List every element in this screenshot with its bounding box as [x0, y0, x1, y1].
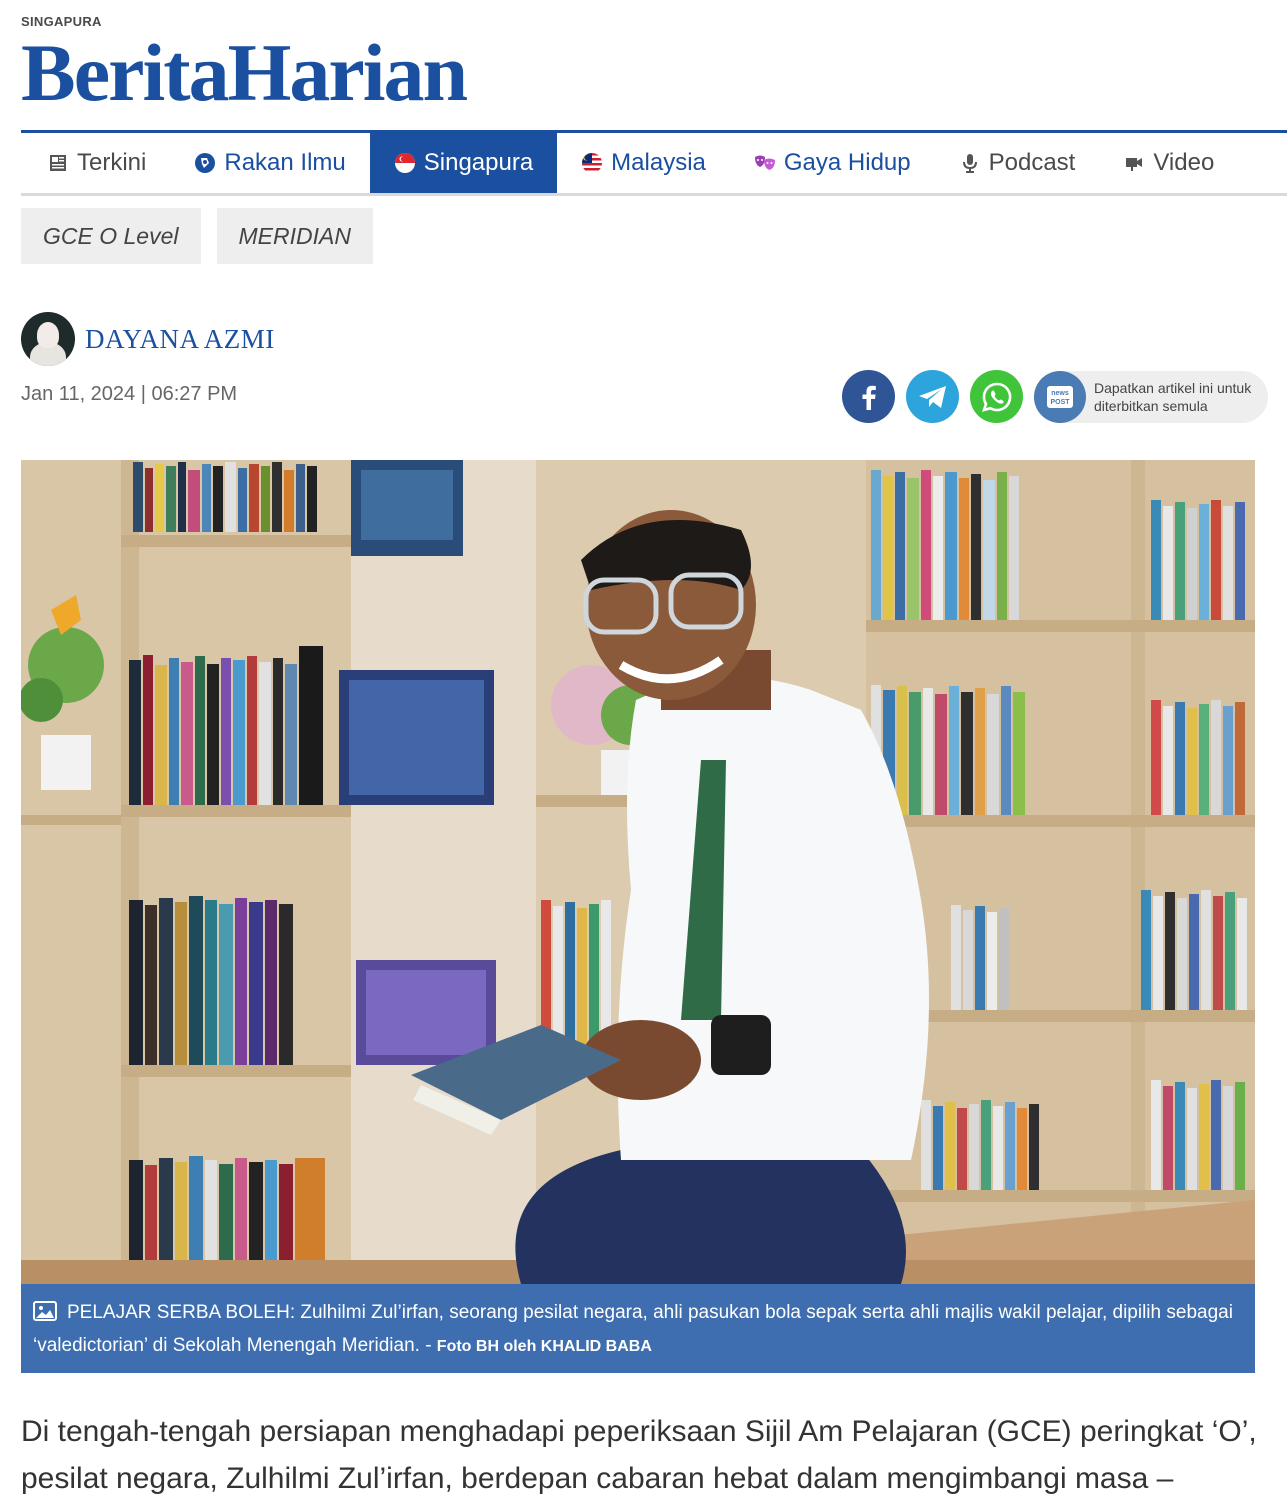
author-avatar[interactable]: [21, 312, 75, 366]
microphone-icon: [962, 154, 977, 173]
svg-text:news: news: [1051, 390, 1069, 397]
topic-tags: GCE O Level MERIDIAN: [21, 208, 373, 264]
article-dateline: Jan 11, 2024 | 06:27 PM: [21, 383, 238, 405]
newspaper-icon: [50, 155, 66, 171]
nav-item-label: Malaysia: [611, 149, 706, 176]
author-byline[interactable]: DAYANA AZMI: [21, 312, 275, 366]
nav-item-video[interactable]: Video: [1099, 133, 1238, 193]
nav-item-label: Rakan Ilmu: [224, 149, 346, 176]
nav-item-singapura[interactable]: Singapura: [369, 133, 558, 193]
image-icon: [33, 1301, 57, 1321]
svg-text:POST: POST: [1050, 399, 1070, 406]
nav-item-label: Gaya Hidup: [783, 149, 911, 176]
newspost-icon: news POST: [1047, 385, 1073, 408]
library-photo-illustration: [21, 460, 1255, 1284]
nav-item-terkini[interactable]: Terkini: [21, 133, 170, 193]
video-camera-icon: [1126, 158, 1143, 171]
newspost-republish-button[interactable]: news POST Dapatkan artikel ini untuk dite…: [1034, 370, 1268, 423]
photo-caption: PELAJAR SERBA BOLEH: Zulhilmi Zul’irfan,…: [21, 1284, 1255, 1373]
nav-item-gaya-hidup[interactable]: Gaya Hidup: [730, 133, 935, 193]
tag-meridian[interactable]: MERIDIAN: [216, 208, 373, 264]
rakan-ilmu-icon: [195, 153, 216, 173]
share-bar: news POST Dapatkan artikel ini untuk dite…: [842, 370, 1268, 423]
brand-logo[interactable]: BeritaHarian: [21, 28, 468, 118]
article-hero-photo[interactable]: [21, 460, 1255, 1284]
facebook-share-button[interactable]: [842, 370, 895, 423]
nav-item-rakan-ilmu[interactable]: Rakan Ilmu: [170, 133, 369, 193]
whatsapp-share-button[interactable]: [970, 370, 1023, 423]
telegram-icon: [918, 385, 946, 408]
photo-credit: Foto BH oleh KHALID BABA: [436, 1338, 652, 1355]
whatsapp-icon: [981, 382, 1011, 412]
theatre-masks-icon: [754, 155, 775, 170]
newspost-label: Dapatkan artikel ini untuk diterbitkan s…: [1094, 379, 1252, 414]
nav-item-label: Video: [1153, 149, 1215, 176]
nav-item-podcast[interactable]: Podcast: [935, 133, 1100, 193]
nav-item-label: Terkini: [77, 149, 147, 176]
author-name[interactable]: DAYANA AZMI: [85, 324, 275, 355]
main-nav: Terkini Rakan Ilmu Singapura Malaysia Ga…: [21, 130, 1287, 196]
telegram-share-button[interactable]: [906, 370, 959, 423]
nav-item-malaysia[interactable]: Malaysia: [557, 133, 730, 193]
nav-item-label: Singapura: [423, 149, 534, 176]
tag-gce-o-level[interactable]: GCE O Level: [21, 208, 201, 264]
article-lead-paragraph: Di tengah-tengah persiapan menghadapi pe…: [21, 1415, 1257, 1495]
facebook-icon: [862, 385, 876, 410]
nav-item-label: Podcast: [988, 149, 1076, 176]
malaysia-flag-icon: [582, 153, 603, 173]
singapore-flag-icon: [394, 153, 415, 173]
